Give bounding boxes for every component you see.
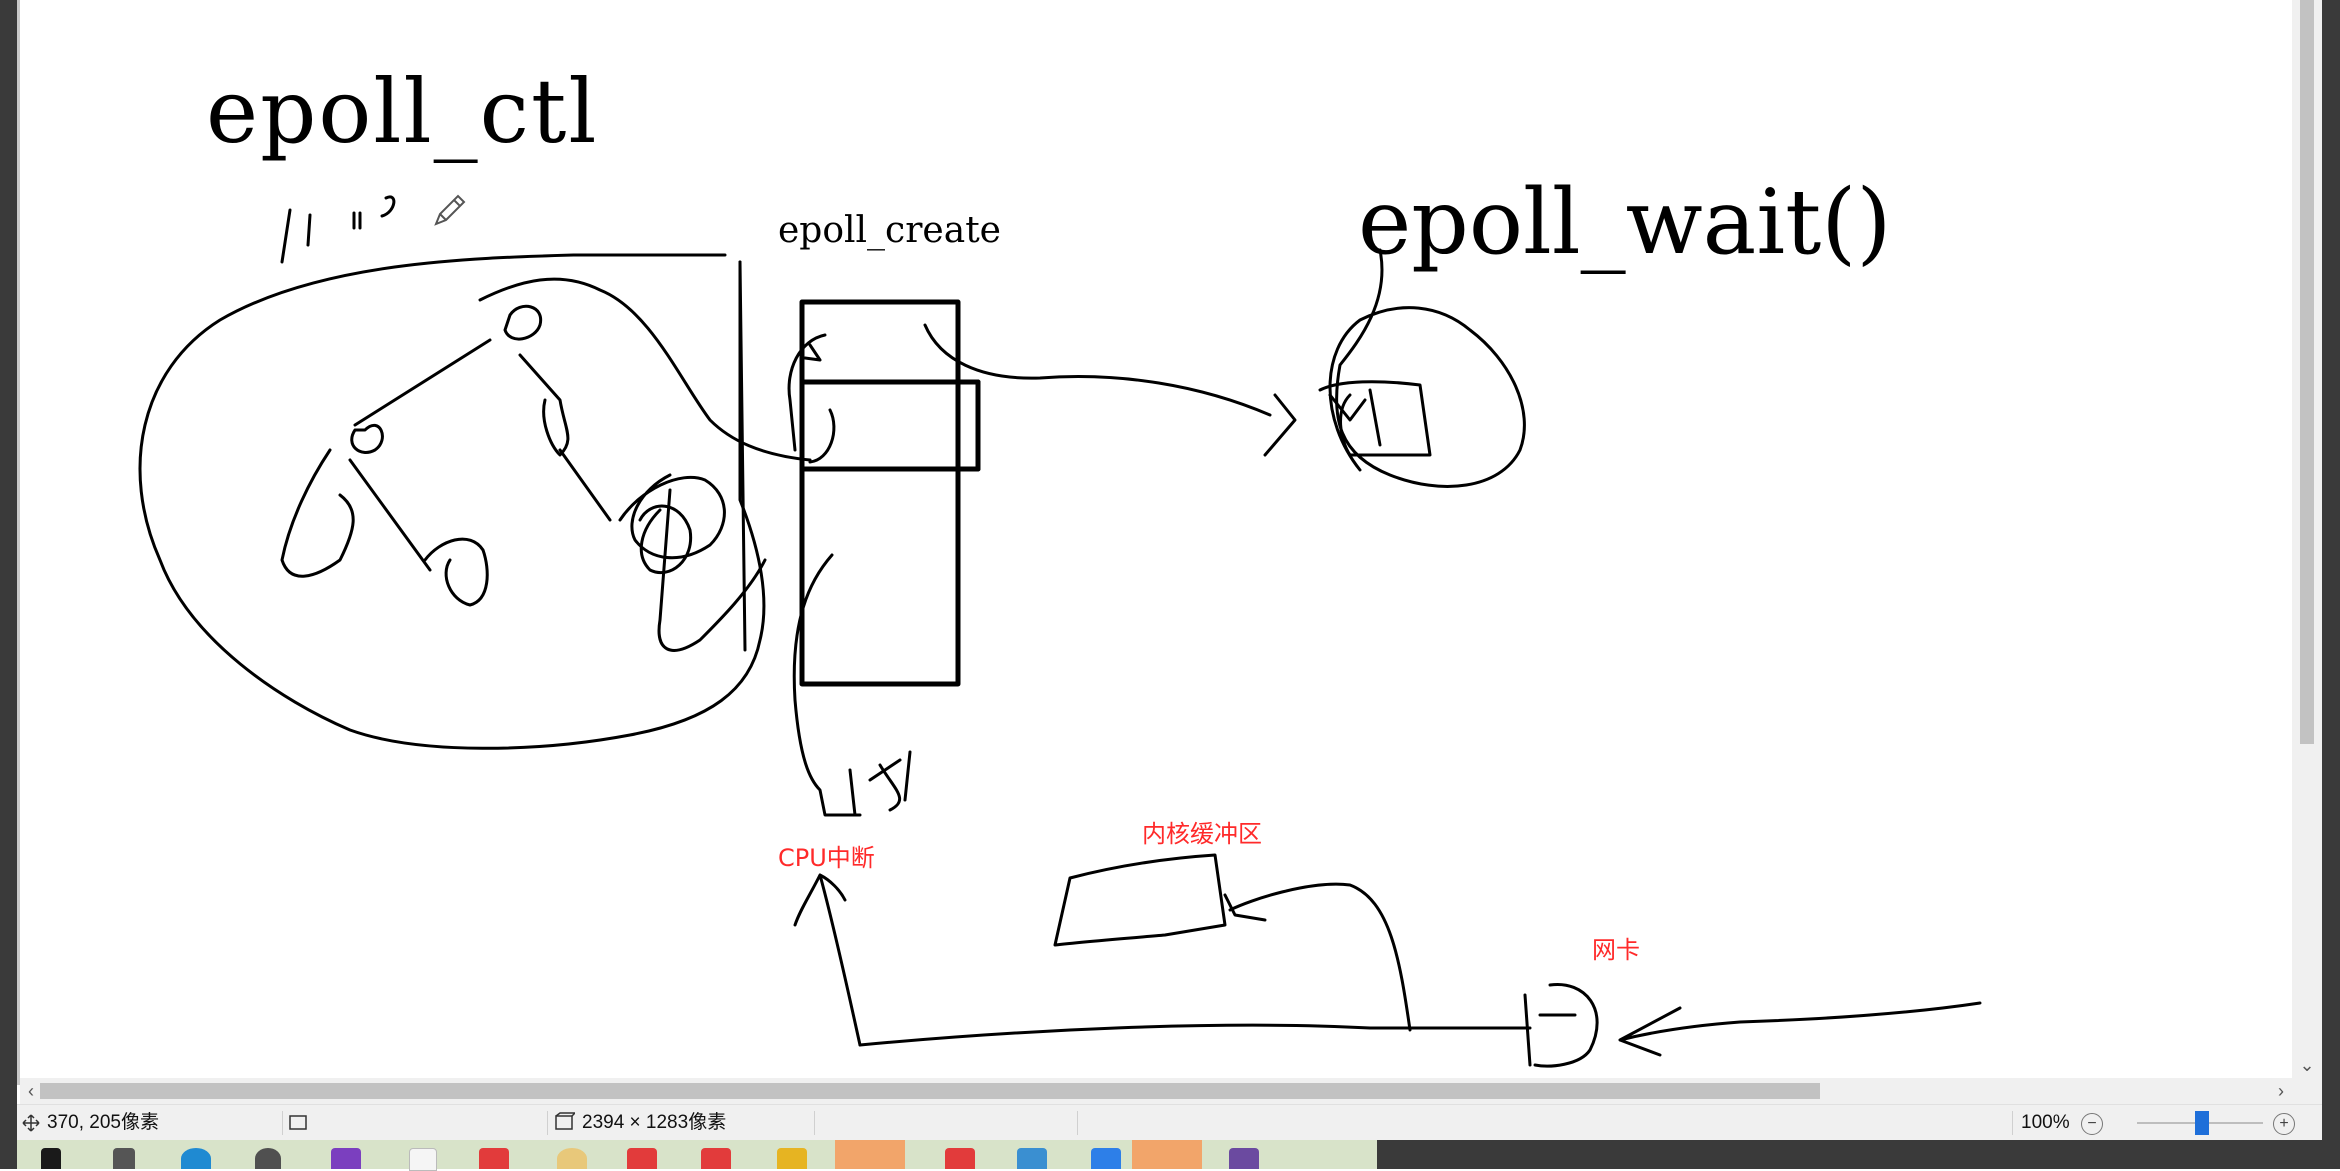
horizontal-scroll-thumb[interactable] [40, 1083, 1820, 1099]
feishu-icon[interactable] [1091, 1148, 1121, 1169]
scroll-right-icon[interactable]: › [2270, 1078, 2292, 1104]
zoom-slider-thumb[interactable] [2195, 1111, 2209, 1135]
zoom-level: 100% [2021, 1112, 2070, 1133]
scroll-down-icon[interactable]: ⌄ [2292, 1052, 2322, 1078]
browser-icon[interactable] [1132, 1140, 1202, 1169]
zoom-in-button[interactable]: + [2273, 1113, 2295, 1135]
window-border-right [2322, 0, 2340, 1169]
cpu-interrupt-label: CPU中断 [778, 844, 875, 872]
window-border-left [0, 0, 17, 1169]
status-bar: 370, 205像素 2394 × 1283像素 100% − + [17, 1104, 2322, 1141]
epoll-ctl-label: epoll_ctl [206, 60, 599, 163]
wechat-icon[interactable] [835, 1140, 905, 1169]
vertical-scroll-thumb[interactable] [2300, 0, 2314, 744]
network-card-label: 网卡 [1592, 936, 1640, 964]
visual-studio-icon[interactable] [331, 1148, 361, 1169]
xmind-icon[interactable] [479, 1148, 509, 1169]
xmind-icon-4[interactable] [945, 1148, 975, 1169]
taskbar [17, 1140, 2322, 1171]
task-view-icon[interactable] [113, 1148, 135, 1169]
kernel-buffer-label: 内核缓冲区 [1142, 820, 1262, 848]
typora-icon[interactable] [409, 1148, 437, 1171]
terminal-icon[interactable] [1229, 1148, 1259, 1169]
epoll-wait-label: epoll_wait() [1358, 170, 1892, 275]
xmind-icon-2[interactable] [627, 1148, 657, 1169]
zoom-out-button[interactable]: − [2081, 1113, 2103, 1135]
image-size-icon [553, 1105, 577, 1141]
windows-start-icon[interactable] [41, 1148, 61, 1169]
edge-icon[interactable] [181, 1148, 211, 1169]
vmware-icon[interactable] [1017, 1148, 1047, 1169]
scroll-corner [2292, 1078, 2322, 1104]
vertical-scrollbar[interactable]: ⌄ [2292, 0, 2322, 1078]
image-size: 2394 × 1283像素 [582, 1112, 727, 1133]
paint-icon[interactable] [557, 1148, 587, 1169]
horizontal-scrollbar[interactable]: ‹ › [20, 1078, 2292, 1104]
xmind-icon-3[interactable] [701, 1148, 731, 1169]
drawing-canvas[interactable]: epoll_ctl epoll_create epoll_wait() CPU中… [20, 0, 2292, 1078]
file-explorer-icon[interactable] [777, 1148, 807, 1169]
cursor-position: 370, 205像素 [47, 1112, 159, 1133]
pencil-icon [430, 190, 470, 230]
selection-icon [287, 1105, 309, 1141]
settings-icon[interactable] [255, 1148, 281, 1169]
taskbar-tray [1377, 1140, 2322, 1169]
cursor-position-icon [21, 1105, 41, 1141]
scroll-left-icon[interactable]: ‹ [20, 1078, 42, 1104]
epoll-create-label: epoll_create [778, 210, 1001, 251]
